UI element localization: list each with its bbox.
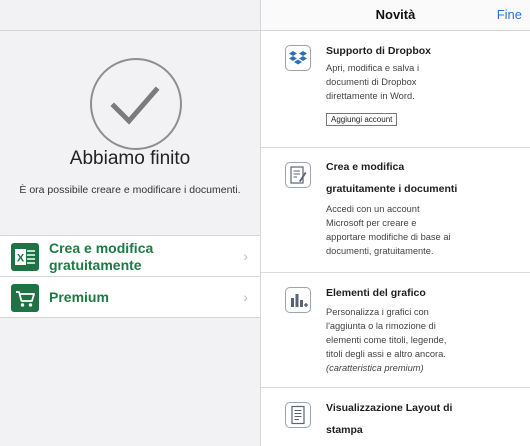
feature-title-line: gratuitamente i documenti [326, 183, 458, 195]
cart-icon [11, 284, 39, 312]
feature-chart-elements: Elementi del grafico Personalizza i graf… [261, 273, 530, 388]
dropbox-icon [285, 45, 311, 71]
done-title: Abbiamo finito [69, 148, 191, 169]
menu-item-create-edit-label: Crea e modifica gratuitamente [49, 240, 153, 274]
feature-title: Visualizzazione Layout di stampa [326, 397, 452, 441]
left-panel: Abbiamo finito È ora possibile creare e … [0, 0, 261, 446]
premium-note: (caratteristica premium) [326, 363, 424, 373]
feature-description: Accedi con un account Microsoft per crea… [326, 202, 516, 258]
feature-description-line: l'aggiunta o la rimozione di [326, 321, 436, 331]
feature-description-line: Microsoft per creare e [326, 218, 417, 228]
feature-description: Personalizza i grafici con l'aggiunta o … [326, 305, 516, 375]
feature-description-line: documenti di Dropbox [326, 77, 417, 87]
chevron-right-icon: › [243, 289, 248, 305]
feature-description-line: Apri, modifica e salva i [326, 63, 420, 73]
feature-create-edit: Crea e modifica gratuitamente i document… [261, 148, 530, 273]
excel-icon: X [11, 243, 39, 271]
feature-title-line: Crea e modifica [326, 161, 405, 173]
checkmark-icon [90, 58, 182, 150]
feature-dropbox: Supporto di Dropbox Apri, modifica e sal… [261, 31, 530, 148]
feature-description-line: Personalizza i grafici con [326, 307, 429, 317]
feature-description-line: documenti, gratuitamente. [326, 246, 434, 256]
menu-item-create-edit-line1: Crea e modifica [49, 240, 154, 256]
chevron-right-icon: › [243, 248, 248, 264]
feature-description-line: Accedi con un account [326, 204, 420, 214]
nav-bar: Novità Fine [261, 0, 530, 31]
feature-description-line: titoli degli assi e altro ancora. [326, 349, 446, 359]
feature-title-line: Visualizzazione Layout di [326, 402, 453, 414]
add-account-button[interactable]: Aggiungi account [326, 113, 398, 126]
document-edit-icon [285, 162, 311, 188]
feature-title: Elementi del grafico [326, 287, 426, 299]
feature-description-line: direttamente in Word. [326, 91, 415, 101]
page-layout-icon [285, 402, 311, 428]
feature-description-line: apportare modifiche di base ai [326, 232, 451, 242]
menu-item-premium-label: Premium [49, 289, 109, 305]
feature-print-layout: Visualizzazione Layout di stampa [261, 388, 530, 446]
chart-add-icon [285, 287, 311, 313]
feature-description: Apri, modifica e salva i documenti di Dr… [326, 61, 516, 103]
feature-title: Supporto di Dropbox [326, 45, 431, 57]
done-button[interactable]: Fine [497, 7, 522, 22]
whats-new-panel: Novità Fine Supporto di Dropbox Apri, mo… [261, 0, 530, 446]
feature-title: Crea e modifica gratuitamente i document… [326, 156, 457, 200]
menu-item-create-edit[interactable]: X Crea e modifica gratuitamente › [0, 236, 260, 277]
left-top-bar [0, 0, 260, 31]
feature-title-line: stampa [326, 424, 363, 436]
done-subtitle: È ora possibile creare e modificare i do… [19, 184, 241, 196]
svg-text:X: X [17, 253, 25, 265]
options-menu: X Crea e modifica gratuitamente › Premiu… [0, 235, 260, 318]
feature-description-line: elementi come titoli, legende, [326, 335, 447, 345]
menu-item-create-edit-line2: gratuitamente [49, 257, 142, 273]
nav-title: Novità [375, 7, 416, 22]
menu-item-premium[interactable]: Premium › [0, 277, 260, 318]
